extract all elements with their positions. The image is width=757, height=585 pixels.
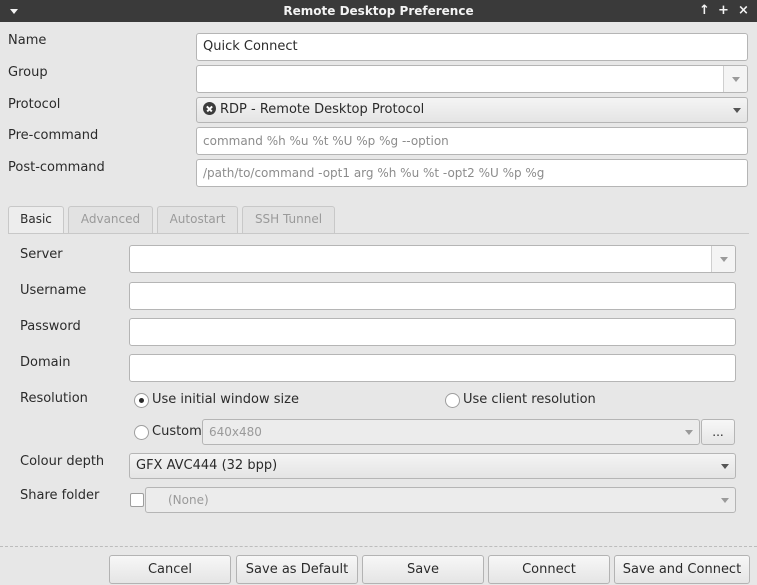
chevron-down-icon [721,498,729,503]
share-folder-checkbox[interactable] [130,493,144,507]
precommand-label: Pre-command [8,128,99,143]
save-button[interactable]: Save [362,555,484,584]
close-icon[interactable]: × [738,3,749,18]
username-label: Username [20,283,87,298]
group-label: Group [8,65,48,80]
colour-depth-select[interactable]: GFX AVC444 (32 bpp) [129,453,736,479]
keep-above-icon[interactable]: ↑ [699,3,710,18]
protocol-value: RDP - Remote Desktop Protocol [220,102,425,117]
radio-custom-resolution[interactable] [134,425,149,440]
chevron-down-icon [732,77,740,82]
chevron-down-icon [720,257,728,262]
chevron-down-icon [733,108,741,113]
window-title: Remote Desktop Preference [283,4,474,18]
colour-depth-value: GFX AVC444 (32 bpp) [136,458,278,473]
protocol-select[interactable]: RDP - Remote Desktop Protocol [196,97,748,123]
group-combo[interactable] [196,65,748,93]
precommand-placeholder: command %h %u %t %U %p %g --option [203,134,449,148]
username-input[interactable] [129,282,736,310]
title-bar: Remote Desktop Preference ↑ + × [0,0,757,22]
cancel-button[interactable]: Cancel [109,555,231,584]
password-input[interactable] [129,318,736,346]
connect-button[interactable]: Connect [488,555,610,584]
domain-label: Domain [20,355,71,370]
radio-initial-window-size[interactable] [134,393,149,408]
separator [0,546,757,547]
initial-window-size-label[interactable]: Use initial window size [152,392,299,407]
tab-basic[interactable]: Basic [8,206,64,234]
custom-resolution-more-button[interactable]: ... [701,419,735,445]
custom-resolution-value: 640x480 [209,425,262,439]
save-as-default-button[interactable]: Save as Default [236,555,358,584]
precommand-input[interactable]: command %h %u %t %U %p %g --option [196,127,748,155]
name-input[interactable]: Quick Connect [196,33,748,61]
chevron-down-icon [685,430,693,435]
domain-input[interactable] [129,354,736,382]
resolution-label: Resolution [20,391,88,406]
group-dropdown-button[interactable] [723,66,747,92]
server-combo[interactable] [129,245,736,273]
name-label: Name [8,33,47,48]
share-folder-label: Share folder [20,488,100,503]
rdp-protocol-icon [203,102,216,115]
custom-resolution-select[interactable]: 640x480 [202,419,700,445]
protocol-label: Protocol [8,97,61,112]
colour-depth-label: Colour depth [20,454,105,469]
tab-autostart[interactable]: Autostart [157,206,238,233]
share-folder-value: (None) [168,493,209,507]
server-label: Server [20,247,63,262]
tab-ssh-tunnel[interactable]: SSH Tunnel [242,206,335,233]
tab-advanced[interactable]: Advanced [68,206,153,233]
postcommand-label: Post-command [8,160,105,175]
password-label: Password [20,319,81,334]
server-dropdown-button[interactable] [711,246,735,272]
share-folder-select[interactable]: (None) [145,487,736,513]
save-and-connect-button[interactable]: Save and Connect [614,555,750,584]
client-resolution-label[interactable]: Use client resolution [463,392,596,407]
chevron-down-icon [721,464,729,469]
maximize-icon[interactable]: + [718,3,729,18]
radio-client-resolution[interactable] [445,393,460,408]
custom-resolution-label[interactable]: Custom [152,424,202,439]
postcommand-placeholder: /path/to/command -opt1 arg %h %u %t -opt… [203,166,545,180]
postcommand-input[interactable]: /path/to/command -opt1 arg %h %u %t -opt… [196,159,748,187]
name-value: Quick Connect [203,39,298,54]
